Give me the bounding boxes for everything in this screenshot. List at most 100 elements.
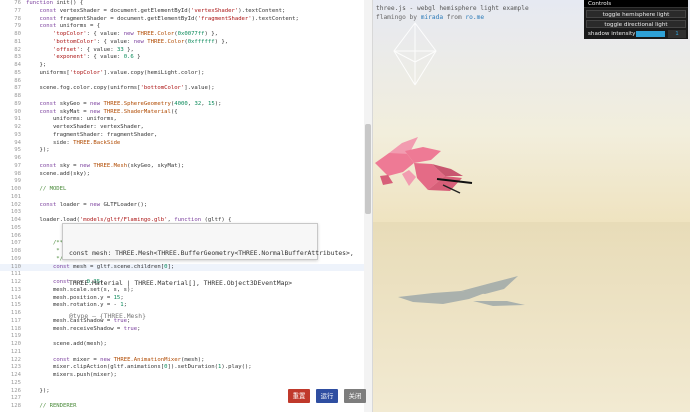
- code-line[interactable]: 83 'exponent': { value: 0.6 }: [0, 54, 372, 62]
- tooltip-code-line2: THREE.Material | THREE.Material[], THREE…: [69, 278, 293, 287]
- line-number: 125: [10, 379, 21, 386]
- line-number: 98: [14, 170, 21, 177]
- code-text: /**: [26, 240, 64, 247]
- code-line[interactable]: 99: [0, 178, 372, 186]
- code-line[interactable]: 80 'topColor': { value: new THREE.Color(…: [0, 31, 372, 39]
- code-text: side: THREE.BackSide: [26, 139, 121, 146]
- code-line[interactable]: 91 uniforms: uniforms,: [0, 116, 372, 124]
- line-number: 78: [14, 15, 21, 22]
- code-line[interactable]: 79 const uniforms = {: [0, 23, 372, 31]
- webgl-viewport[interactable]: three.js - webgl hemisphere light exampl…: [373, 0, 690, 412]
- code-line[interactable]: 128 // RENDERER: [0, 403, 372, 411]
- line-number: 126: [10, 387, 21, 394]
- code-text: function init() {: [26, 0, 84, 6]
- code-text: const fragmentShader = document.getEleme…: [39, 15, 299, 22]
- line-number: 124: [10, 372, 21, 378]
- code-line[interactable]: 85 uniforms['topColor'].value.copy(hemiL…: [0, 70, 372, 78]
- code-line[interactable]: 101: [0, 194, 372, 202]
- hover-tooltip: const mesh: THREE.Mesh<THREE.BufferGeome…: [62, 222, 354, 320]
- code-text: 'exponent': { value: 0.6 }: [52, 54, 141, 61]
- credits-author-link[interactable]: mirada: [421, 14, 443, 21]
- code-line[interactable]: 97 const sky = new THREE.Mesh(skyGeo, sk…: [0, 163, 372, 171]
- controls-panel: Controls toggle hemisphere light toggle …: [584, 0, 688, 39]
- toggle-directional-light-button[interactable]: toggle directional light: [586, 20, 686, 28]
- code-line[interactable]: 87 scene.fog.color.copy(uniforms['bottom…: [0, 85, 372, 93]
- close-button[interactable]: 关闭: [344, 389, 366, 403]
- flamingo-model: [375, 137, 473, 194]
- line-number: 119: [10, 333, 21, 340]
- line-number: 123: [10, 364, 21, 371]
- flamingo-shadow: [398, 276, 525, 306]
- shadow-intensity-slider[interactable]: [636, 31, 665, 37]
- code-line[interactable]: 124 mixers.push(mixer);: [0, 372, 372, 380]
- viewport-title: three.js - webgl hemisphere light exampl…: [376, 5, 529, 12]
- code-line[interactable]: 90 const skyMat = new THREE.ShaderMateri…: [0, 109, 372, 117]
- code-line[interactable]: 81 'bottomColor': { value: new THREE.Col…: [0, 39, 372, 47]
- code-line[interactable]: 123 mixer.clipAction(gltf.animations[0])…: [0, 364, 372, 372]
- editor-scrollbar-thumb[interactable]: [365, 124, 371, 214]
- code-line[interactable]: 76 function init() {: [0, 0, 372, 8]
- code-text: };: [26, 62, 47, 68]
- code-line[interactable]: 86: [0, 78, 372, 86]
- line-number: 97: [14, 162, 21, 169]
- code-text: uniforms: uniforms,: [26, 116, 117, 123]
- line-number: 81: [14, 38, 21, 45]
- code-text: const loader = new GLTFLoader();: [39, 201, 148, 208]
- toggle-hemisphere-light-button[interactable]: toggle hemisphere light: [586, 10, 686, 18]
- line-number: 122: [10, 356, 21, 363]
- code-editor[interactable]: 76 function init() { 77 const vertexShader…: [0, 0, 373, 412]
- code-text: vertexShader: vertexShader,: [26, 124, 144, 130]
- code-text: uniforms['topColor'].value.copy(hemiLigh…: [26, 69, 205, 76]
- line-number: 86: [14, 77, 21, 84]
- line-number: 77: [14, 7, 21, 14]
- code-line[interactable]: 92 vertexShader: vertexShader,: [0, 124, 372, 132]
- line-number: 106: [10, 232, 21, 239]
- line-number: 94: [14, 139, 21, 146]
- code-line[interactable]: 78 const fragmentShader = document.getEl…: [0, 16, 372, 24]
- run-button[interactable]: 运行: [316, 389, 338, 403]
- shadow-intensity-slider-fill: [636, 31, 665, 37]
- code-line[interactable]: 77 const vertexShader = document.getElem…: [0, 8, 372, 16]
- code-text: fragmentShader: fragmentShader,: [26, 131, 158, 138]
- code-line[interactable]: 98 scene.add(sky);: [0, 171, 372, 179]
- code-line[interactable]: 93 fragmentShader: fragmentShader,: [0, 132, 372, 140]
- code-line[interactable]: 96: [0, 155, 372, 163]
- code-line[interactable]: 122 const mixer = new THREE.AnimationMix…: [0, 357, 372, 365]
- line-number: 102: [10, 201, 21, 208]
- line-number: 114: [10, 294, 21, 301]
- line-number: 127: [10, 395, 21, 402]
- code-line[interactable]: 103: [0, 209, 372, 217]
- line-number: 104: [10, 217, 21, 223]
- line-number: 93: [14, 131, 21, 138]
- tooltip-code-line1: const mesh: THREE.Mesh<THREE.BufferGeome…: [69, 248, 354, 257]
- controls-title[interactable]: Controls: [584, 0, 688, 8]
- line-number: 76: [14, 0, 21, 6]
- reset-button[interactable]: 重置: [288, 389, 310, 403]
- code-line[interactable]: 100 // MODEL: [0, 186, 372, 194]
- line-number: 118: [10, 325, 21, 332]
- line-number: 117: [10, 317, 21, 324]
- line-number: 116: [10, 310, 21, 316]
- shadow-intensity-value[interactable]: 1: [668, 30, 686, 38]
- code-line[interactable]: 84 };: [0, 62, 372, 70]
- code-line[interactable]: 102 const loader = new GLTFLoader();: [0, 202, 372, 210]
- code-line[interactable]: 88: [0, 93, 372, 101]
- code-line[interactable]: 82 'offset': { value: 33 },: [0, 47, 372, 55]
- code-line[interactable]: 95 });: [0, 147, 372, 155]
- line-number: 91: [14, 116, 21, 123]
- line-number: 96: [14, 155, 21, 161]
- code-line[interactable]: 125: [0, 380, 372, 388]
- code-text: mixers.push(mixer);: [26, 372, 117, 378]
- code-line[interactable]: 89 const skyGeo = new THREE.SphereGeomet…: [0, 101, 372, 109]
- code-line[interactable]: 121: [0, 349, 372, 357]
- code-text: scene.fog.color.copy(uniforms['bottomCol…: [26, 85, 215, 92]
- code-line[interactable]: 94 side: THREE.BackSide: [0, 140, 372, 148]
- code-text: scene.add(mesh);: [26, 341, 107, 347]
- line-number: 82: [14, 46, 21, 53]
- line-number: 95: [14, 147, 21, 154]
- line-number: 84: [14, 62, 21, 68]
- code-text: 'topColor': { value: new THREE.Color(0x0…: [52, 31, 219, 37]
- code-line[interactable]: 120 scene.add(mesh);: [0, 341, 372, 349]
- credits-site-link[interactable]: ro.me: [465, 14, 484, 21]
- tooltip-doc: @type — {THREE.Mesh}: [69, 311, 146, 320]
